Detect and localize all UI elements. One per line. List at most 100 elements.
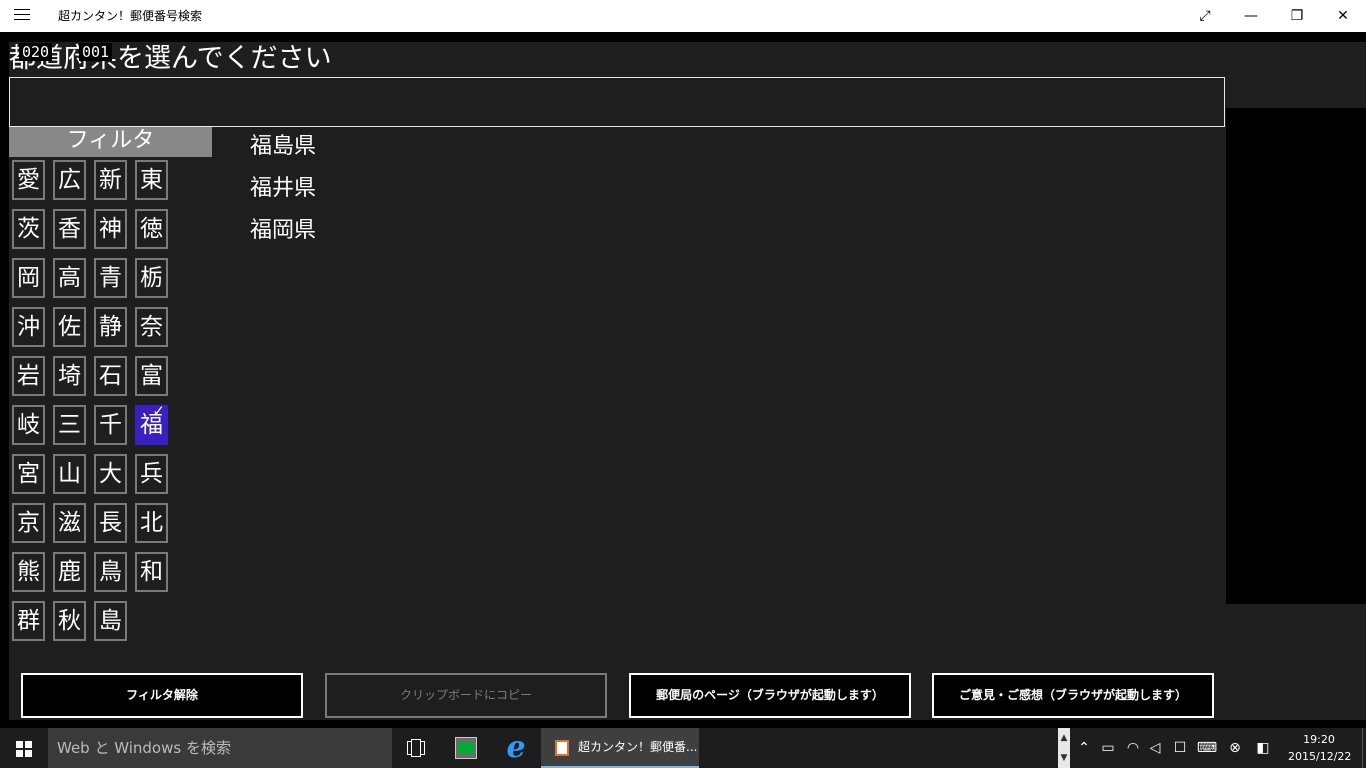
- filter-button[interactable]: 福 ✓: [135, 404, 168, 445]
- filter-button-label: 沖: [17, 314, 40, 340]
- volume-icon[interactable]: ◁: [1146, 728, 1164, 768]
- filter-button-label: 北: [140, 510, 163, 536]
- filter-button[interactable]: 群: [12, 601, 45, 641]
- filter-button[interactable]: 栃: [135, 258, 168, 298]
- filter-button[interactable]: 三: [53, 405, 86, 445]
- filter-button[interactable]: 高: [53, 258, 86, 298]
- filter-button-label: 栃: [140, 265, 163, 291]
- content-area: 都道府県を選んでください 020 001 フィルタ 愛広新東茨香神徳岡高青栃沖佐…: [9, 42, 1366, 720]
- hamburger-icon[interactable]: [14, 9, 30, 23]
- app-area: 都道府県を選んでください 020 001 フィルタ 愛広新東茨香神徳岡高青栃沖佐…: [0, 32, 1366, 728]
- restore-icon[interactable]: ❐: [1274, 0, 1320, 32]
- search-input[interactable]: [9, 77, 1225, 127]
- taskbar-search-input[interactable]: Web と Windows を検索: [48, 728, 392, 768]
- copy-clipboard-button[interactable]: クリップボードにコピー: [325, 673, 607, 718]
- filter-button-label: 佐: [58, 314, 81, 340]
- title-bar: 超カンタン！郵便番号検索 ⤢ — ❐ ✕: [0, 0, 1366, 32]
- filter-button-label: 京: [17, 510, 40, 536]
- filter-button-label: 鳥: [99, 559, 122, 585]
- filter-button-label: 熊: [17, 559, 40, 585]
- filter-button[interactable]: 島: [94, 601, 127, 641]
- filter-button[interactable]: 静: [94, 307, 127, 347]
- task-view-icon[interactable]: [405, 728, 429, 768]
- filter-button[interactable]: 神: [94, 209, 127, 249]
- filter-button[interactable]: 富: [135, 356, 168, 396]
- filter-button-label: 広: [58, 167, 81, 193]
- filter-button-label: 鹿: [58, 559, 81, 585]
- filter-button[interactable]: 千: [94, 405, 127, 445]
- keyboard-icon[interactable]: ⌨: [1195, 728, 1219, 768]
- fullscreen-icon[interactable]: ⤢: [1182, 0, 1228, 32]
- side-panel: [1226, 108, 1366, 604]
- filter-button[interactable]: 沖: [12, 307, 45, 347]
- filter-button-label: 長: [99, 510, 122, 536]
- filter-button-label: 高: [58, 265, 81, 291]
- filter-button[interactable]: 鹿: [53, 552, 86, 592]
- chevron-up-icon[interactable]: ⌃: [1076, 728, 1092, 768]
- taskbar-scroll[interactable]: ▲ ▼: [1058, 728, 1070, 768]
- filter-button[interactable]: 和: [135, 552, 168, 592]
- taskbar-active-app[interactable]: 超カンタン！郵便番...: [541, 728, 699, 768]
- list-item[interactable]: 福島県: [250, 132, 450, 162]
- command-prompt-icon[interactable]: [455, 728, 477, 768]
- minimize-icon[interactable]: —: [1228, 0, 1274, 32]
- filter-button-label: 島: [99, 608, 122, 634]
- filter-button[interactable]: 埼: [53, 356, 86, 396]
- filter-button[interactable]: 徳: [135, 209, 168, 249]
- filter-button-label: 宮: [17, 461, 40, 487]
- ime-mode-icon[interactable]: ◧: [1254, 728, 1272, 768]
- filter-button[interactable]: 東: [135, 160, 168, 200]
- filter-button[interactable]: 宮: [12, 454, 45, 494]
- filter-button[interactable]: 秋: [53, 601, 86, 641]
- filter-button-label: 富: [140, 363, 163, 389]
- filter-button[interactable]: 石: [94, 356, 127, 396]
- filter-button[interactable]: 岩: [12, 356, 45, 396]
- windows-start-icon[interactable]: [0, 728, 48, 768]
- filter-button-label: 三: [58, 412, 81, 438]
- filter-button[interactable]: 京: [12, 503, 45, 543]
- filter-button-label: 埼: [58, 363, 81, 389]
- filter-button[interactable]: 山: [53, 454, 86, 494]
- action-center-icon[interactable]: ☐: [1171, 728, 1189, 768]
- debug-counter-left: 020: [19, 43, 53, 61]
- filter-button-label: 静: [99, 314, 122, 340]
- filter-button[interactable]: 長: [94, 503, 127, 543]
- feedback-button[interactable]: ご意見・ご感想（ブラウザが起動します）: [932, 673, 1214, 718]
- filter-button[interactable]: 岡: [12, 258, 45, 298]
- ime-off-icon[interactable]: ⊗: [1226, 728, 1244, 768]
- close-icon[interactable]: ✕: [1320, 0, 1366, 32]
- internet-explorer-icon[interactable]: e: [503, 728, 529, 768]
- filter-button[interactable]: 熊: [12, 552, 45, 592]
- clock[interactable]: 19:20 2015/12/22: [1288, 731, 1351, 765]
- filter-button[interactable]: 新: [94, 160, 127, 200]
- filter-button[interactable]: 茨: [12, 209, 45, 249]
- filter-button[interactable]: 岐: [12, 405, 45, 445]
- post-office-page-button[interactable]: 郵便局のページ（ブラウザが起動します）: [629, 673, 911, 718]
- filter-button[interactable]: 鳥: [94, 552, 127, 592]
- filter-button[interactable]: 滋: [53, 503, 86, 543]
- list-item[interactable]: 福井県: [250, 174, 450, 204]
- filter-button[interactable]: 兵: [135, 454, 168, 494]
- filter-button[interactable]: 北: [135, 503, 168, 543]
- filter-button-label: 奈: [140, 314, 163, 340]
- filter-button[interactable]: 香: [53, 209, 86, 249]
- filter-button[interactable]: 愛: [12, 160, 45, 200]
- filter-button[interactable]: 大: [94, 454, 127, 494]
- app-icon: [555, 740, 569, 756]
- list-item[interactable]: 福岡県: [250, 216, 450, 246]
- window-title: 超カンタン！郵便番号検索: [58, 9, 203, 23]
- taskbar: Web と Windows を検索 e 超カンタン！郵便番... ▲ ▼ ⌃ ▭ …: [0, 728, 1366, 768]
- filter-button[interactable]: 広: [53, 160, 86, 200]
- filter-button-label: 千: [99, 412, 122, 438]
- clear-filter-button[interactable]: フィルタ解除: [21, 673, 303, 718]
- show-desktop-button[interactable]: [1362, 728, 1366, 768]
- filter-button-label: 大: [99, 461, 122, 487]
- filter-button[interactable]: 奈: [135, 307, 168, 347]
- wifi-icon[interactable]: ◠: [1124, 728, 1142, 768]
- filter-button-label: 石: [99, 363, 122, 389]
- filter-button[interactable]: 佐: [53, 307, 86, 347]
- taskbar-app-name: 超カンタン！郵便番...: [578, 740, 698, 754]
- filter-button[interactable]: 青: [94, 258, 127, 298]
- battery-icon[interactable]: ▭: [1099, 728, 1117, 768]
- page-title: 都道府県を選んでください: [9, 43, 332, 74]
